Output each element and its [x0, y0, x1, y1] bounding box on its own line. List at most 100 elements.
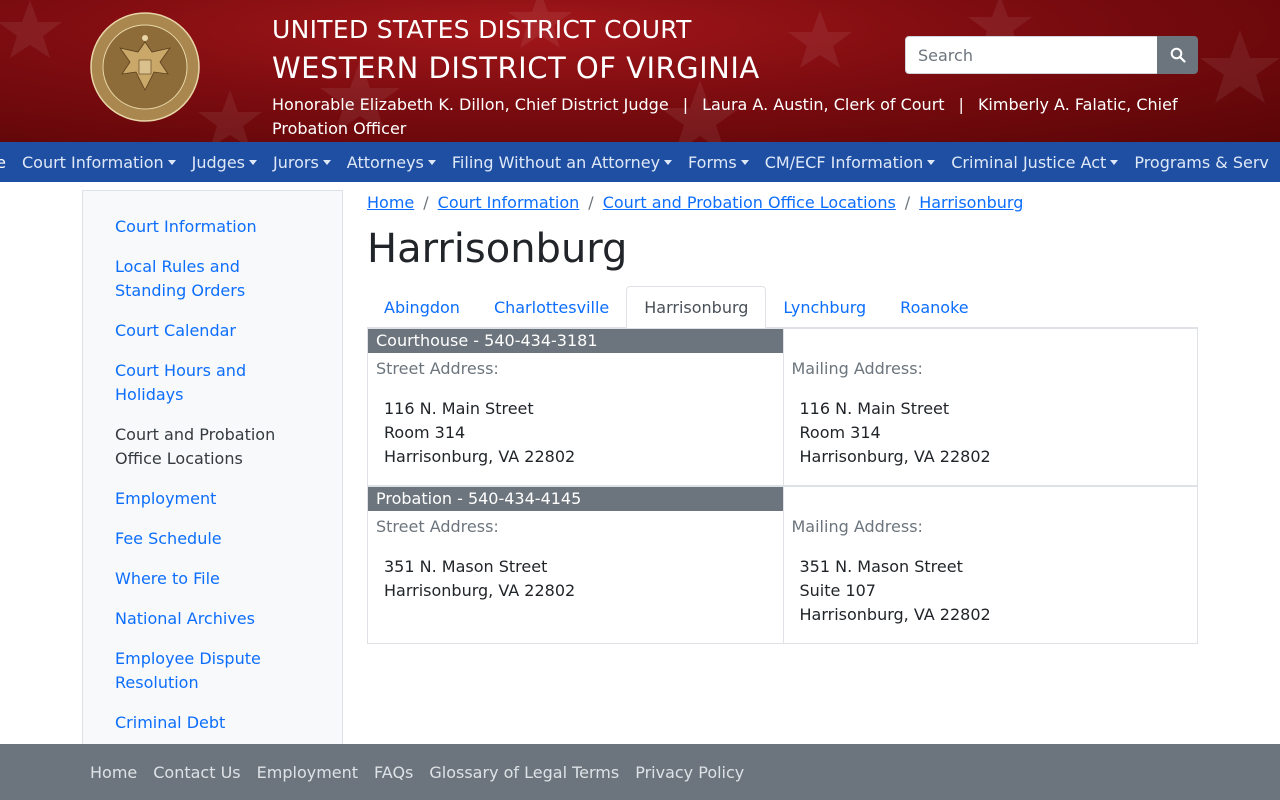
office-heading: Courthouse - 540-434-3181: [368, 329, 783, 353]
nav-criminal-justice-act[interactable]: Criminal Justice Act: [943, 142, 1126, 182]
nav-jurors[interactable]: Jurors: [265, 142, 339, 182]
nav-home[interactable]: ne: [0, 142, 14, 182]
street-address-column: Courthouse - 540-434-3181 Street Address…: [368, 329, 783, 485]
caret-down-icon: [664, 159, 673, 165]
nav-label: Judges: [191, 152, 245, 172]
caret-down-icon: [1110, 159, 1119, 165]
mailing-address-label: Mailing Address:: [791, 517, 923, 536]
nav-court-information[interactable]: Court Information: [14, 142, 184, 182]
street-address: 116 N. Main Street Room 314 Harrisonburg…: [368, 397, 783, 469]
mailing-address-column: Mailing Address: 116 N. Main Street Room…: [782, 329, 1198, 485]
tab-charlottesville[interactable]: Charlottesville: [477, 286, 626, 328]
nav-label: Court Information: [21, 152, 164, 172]
nav-filing-without-attorney[interactable]: Filing Without an Attorney: [444, 142, 680, 182]
address-line: Harrisonburg, VA 22802: [799, 605, 991, 624]
header-banner: UNITED STATES DISTRICT COURT WESTERN DIS…: [0, 0, 1280, 142]
street-address: 351 N. Mason Street Harrisonburg, VA 228…: [368, 555, 783, 603]
sidebar-item-national-archives[interactable]: National Archives: [115, 607, 305, 631]
mailing-address-column: Mailing Address: 351 N. Mason Street Sui…: [782, 487, 1198, 643]
address-line: Harrisonburg, VA 22802: [799, 447, 991, 466]
court-officials: Honorable Elizabeth K. Dillon, Chief Dis…: [272, 93, 1202, 141]
breadcrumb-office-locations[interactable]: Court and Probation Office Locations: [603, 193, 896, 212]
caret-down-icon: [740, 159, 749, 165]
caret-down-icon: [322, 159, 331, 165]
breadcrumb-separator: /: [588, 192, 594, 212]
nav-label: Forms: [688, 152, 737, 172]
nav-programs-services[interactable]: Programs & Serv: [1126, 142, 1277, 182]
tab-harrisonburg[interactable]: Harrisonburg: [626, 286, 767, 328]
mailing-address: 351 N. Mason Street Suite 107 Harrisonbu…: [784, 555, 1198, 627]
address-line: Room 314: [384, 423, 466, 442]
official-chief-judge: Honorable Elizabeth K. Dillon, Chief Dis…: [272, 95, 669, 114]
caret-down-icon: [927, 159, 936, 165]
court-name-line2: WESTERN DISTRICT OF VIRGINIA: [272, 51, 760, 85]
address-line: 351 N. Mason Street: [384, 557, 548, 576]
breadcrumb-harrisonburg[interactable]: Harrisonburg: [919, 193, 1023, 212]
address-line: Suite 107: [799, 581, 876, 600]
sidebar: Court Information Local Rules and Standi…: [82, 190, 343, 750]
footer: Home Contact Us Employment FAQs Glossary…: [0, 744, 1280, 800]
footer-link-faqs[interactable]: FAQs: [366, 763, 421, 782]
sidebar-item-local-rules[interactable]: Local Rules and Standing Orders: [115, 255, 305, 303]
search-input[interactable]: [905, 36, 1159, 74]
officials-separator: |: [682, 95, 689, 114]
nav-label: Criminal Justice Act: [951, 152, 1107, 172]
office-heading: Probation - 540-434-4145: [368, 487, 783, 511]
officials-separator: |: [958, 95, 964, 114]
sidebar-item-criminal-debt[interactable]: Criminal Debt: [115, 711, 305, 735]
office-card-probation: Probation - 540-434-4145 Street Address:…: [367, 486, 1198, 644]
nav-label: CM/ECF Information: [764, 152, 924, 172]
address-line: 116 N. Main Street: [384, 399, 534, 418]
court-seal-icon: [90, 12, 200, 122]
nav-attorneys[interactable]: Attorneys: [339, 142, 444, 182]
address-line: 116 N. Main Street: [799, 399, 950, 418]
caret-down-icon: [249, 159, 257, 165]
address-line: 351 N. Mason Street: [799, 557, 963, 576]
breadcrumb-home[interactable]: Home: [367, 193, 414, 212]
address-line: Harrisonburg, VA 22802: [384, 447, 576, 466]
address-line: Room 314: [799, 423, 881, 442]
tab-roanoke[interactable]: Roanoke: [883, 286, 985, 328]
office-card-courthouse: Courthouse - 540-434-3181 Street Address…: [367, 328, 1198, 486]
nav-forms[interactable]: Forms: [680, 142, 757, 182]
mailing-address: 116 N. Main Street Room 314 Harrisonburg…: [784, 397, 1198, 469]
search-icon: [1170, 47, 1186, 63]
sidebar-item-office-locations: Court and Probation Office Locations: [115, 425, 276, 468]
sidebar-item-fee-schedule[interactable]: Fee Schedule: [115, 527, 305, 551]
sidebar-item-court-calendar[interactable]: Court Calendar: [115, 319, 305, 343]
nav-cmecf-information[interactable]: CM/ECF Information: [757, 142, 944, 182]
official-clerk: Laura A. Austin, Clerk of Court: [702, 95, 945, 114]
breadcrumb-separator: /: [904, 192, 911, 212]
sidebar-item-court-hours[interactable]: Court Hours and Holidays: [115, 359, 305, 407]
footer-link-home[interactable]: Home: [82, 763, 145, 782]
nav-judges[interactable]: Judges: [184, 142, 265, 182]
footer-link-privacy-policy[interactable]: Privacy Policy: [627, 763, 752, 782]
footer-link-contact-us[interactable]: Contact Us: [145, 763, 248, 782]
sidebar-item-court-information[interactable]: Court Information: [115, 215, 305, 239]
breadcrumb-separator: /: [423, 192, 429, 212]
mailing-address-label: Mailing Address:: [791, 359, 923, 378]
street-address-column: Probation - 540-434-4145 Street Address:…: [368, 487, 783, 643]
search-button[interactable]: [1157, 36, 1198, 74]
nav-label: Programs & Serv: [1134, 152, 1269, 172]
sidebar-item-employment[interactable]: Employment: [115, 487, 305, 511]
page-title: Harrisonburg: [367, 226, 628, 272]
footer-link-employment[interactable]: Employment: [249, 763, 366, 782]
location-tabs: Abingdon Charlottesville Harrisonburg Ly…: [367, 286, 1198, 328]
breadcrumb-court-information[interactable]: Court Information: [438, 193, 580, 212]
caret-down-icon: [167, 159, 176, 165]
street-address-label: Street Address:: [376, 517, 499, 536]
nav-label: Filing Without an Attorney: [451, 152, 661, 172]
nav-label: Attorneys: [346, 152, 424, 172]
tab-abingdon[interactable]: Abingdon: [367, 286, 477, 328]
main-navbar: ne Court Information Judges Jurors Attor…: [0, 142, 1280, 182]
footer-link-glossary[interactable]: Glossary of Legal Terms: [421, 763, 627, 782]
breadcrumb: Home / Court Information / Court and Pro…: [367, 190, 1023, 214]
caret-down-icon: [427, 159, 436, 165]
court-name-line1: UNITED STATES DISTRICT COURT: [272, 15, 692, 44]
tab-lynchburg[interactable]: Lynchburg: [766, 286, 883, 328]
street-address-label: Street Address:: [376, 359, 499, 378]
sidebar-item-employee-dispute[interactable]: Employee Dispute Resolution: [115, 647, 305, 695]
sidebar-item-where-to-file[interactable]: Where to File: [115, 567, 305, 591]
address-line: Harrisonburg, VA 22802: [384, 581, 576, 600]
